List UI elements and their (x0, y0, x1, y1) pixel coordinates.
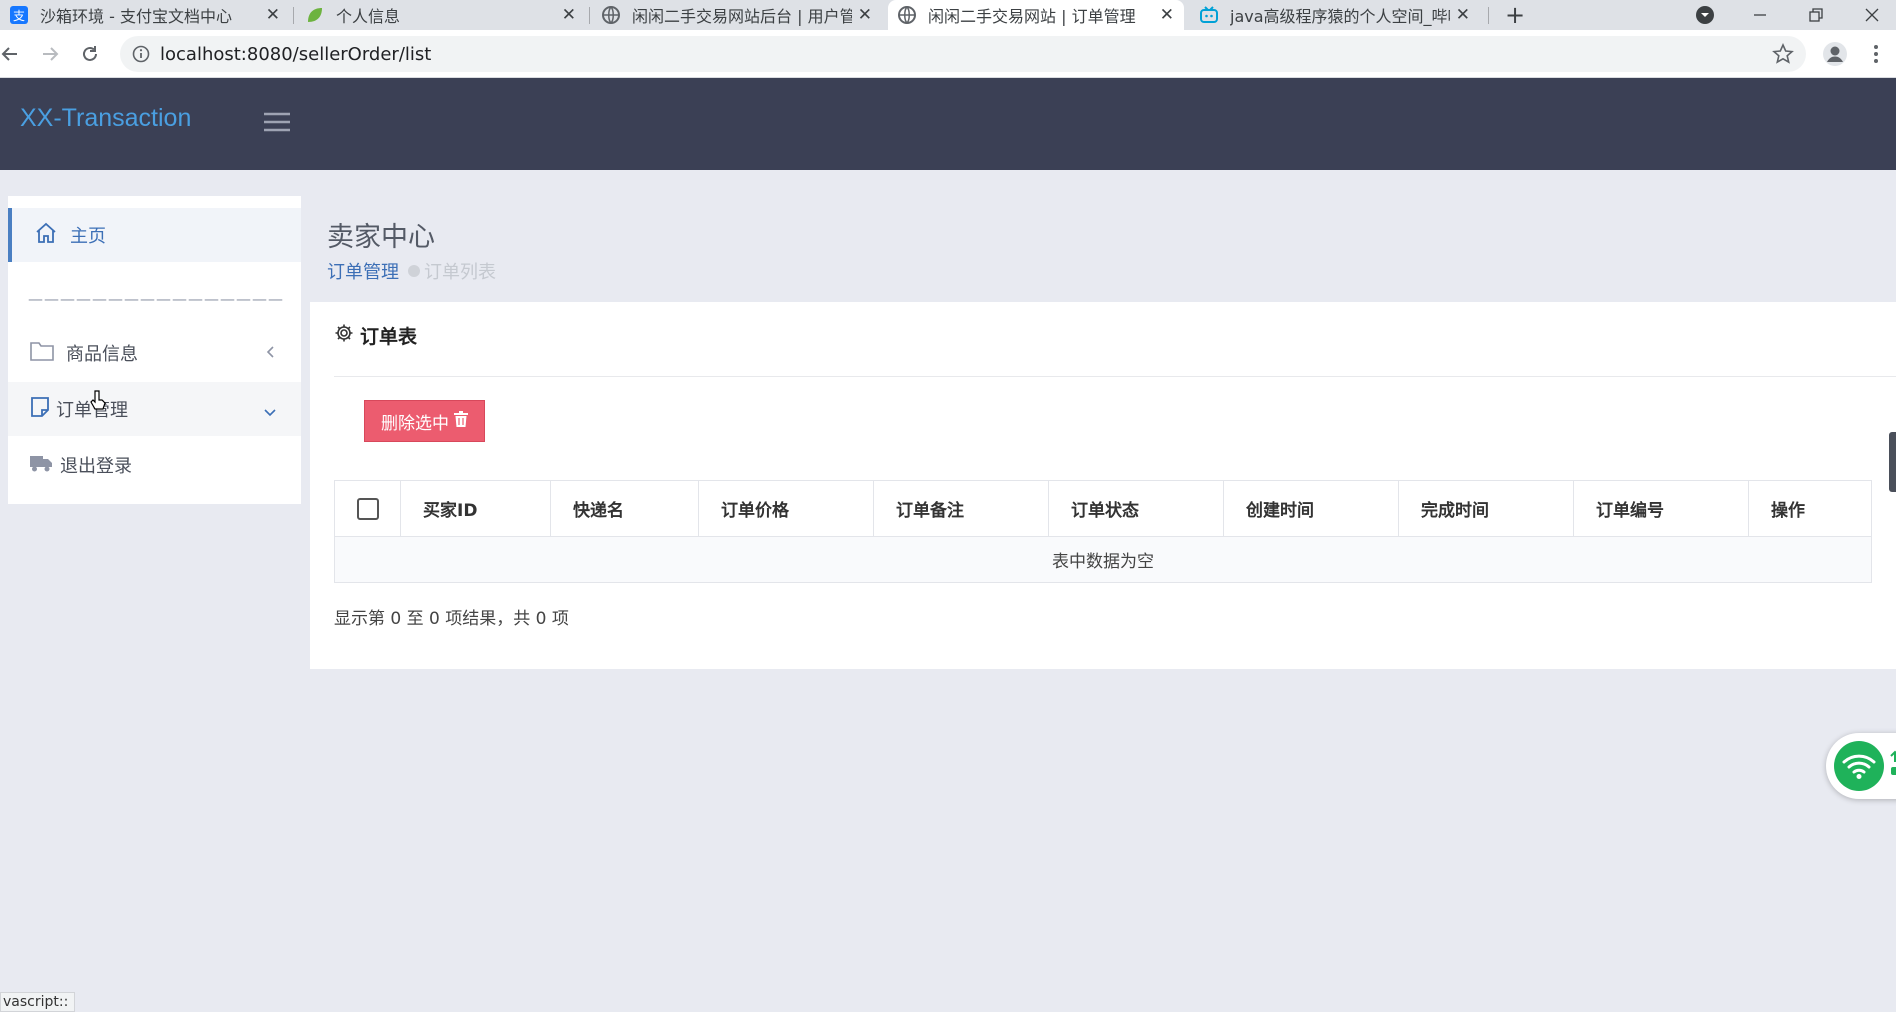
sidebar-divider: ———————————————— (28, 290, 284, 308)
close-icon[interactable]: ✕ (562, 5, 576, 25)
info-icon[interactable] (132, 45, 150, 67)
truck-icon (30, 454, 52, 477)
tab-divider (1488, 7, 1489, 24)
folder-icon (30, 340, 54, 367)
column-header[interactable]: 快递名 (550, 481, 698, 536)
window-close-icon[interactable] (1852, 0, 1892, 30)
globe-icon (898, 6, 916, 24)
panel-header: 订单表 (334, 322, 417, 349)
new-tab-button[interactable]: + (1502, 0, 1528, 30)
column-header[interactable]: 买家ID (400, 481, 550, 536)
tab-title: 沙箱环境 - 支付宝文档中心 (40, 7, 232, 26)
column-header[interactable]: 创建时间 (1223, 481, 1398, 536)
tab-search-icon[interactable] (1690, 0, 1720, 30)
trash-icon (454, 410, 468, 432)
brand-logo[interactable]: XX-Transaction (20, 104, 191, 133)
sidebar-item-logout[interactable]: 退出登录 (8, 438, 301, 492)
svg-text:支: 支 (13, 9, 25, 23)
restore-icon[interactable] (1796, 0, 1836, 30)
network-widget[interactable] (1826, 733, 1896, 799)
column-header: 操作 (1748, 481, 1871, 536)
reload-button[interactable] (76, 40, 104, 68)
select-all-checkbox[interactable] (356, 497, 379, 520)
sidebar-item-label: 主页 (70, 226, 106, 247)
address-bar[interactable]: localhost:8080/sellerOrder/list (120, 36, 1806, 72)
hamburger-menu-icon[interactable] (264, 112, 290, 136)
tab-divider (293, 7, 294, 24)
tab-title: 个人信息 (336, 7, 401, 26)
browser-tab[interactable]: 个人信息 ✕ (296, 0, 586, 30)
delete-selected-button[interactable]: 删除选中 (364, 400, 485, 442)
sidebar-item-label: 退出登录 (60, 456, 132, 477)
breadcrumb-link[interactable]: 订单管理 (327, 258, 399, 284)
sidebar: 主页 ———————————————— 商品信息 订单管理 退出登录 (8, 196, 301, 504)
panel-title: 订单表 (360, 326, 418, 348)
browser-tab-bar: 支 沙箱环境 - 支付宝文档中心 ✕ 个人信息 ✕ 闲闲二手交易网站后台 | 用… (0, 0, 1896, 30)
close-icon[interactable]: ✕ (1456, 5, 1470, 25)
forward-button[interactable] (36, 40, 64, 68)
delete-button-label: 删除选中 (381, 413, 449, 434)
back-button[interactable] (0, 40, 24, 68)
panel-divider (334, 376, 1896, 377)
leaf-icon (306, 6, 324, 24)
tab-title: java高级程序猿的个人空间_哔哩哔哩 (1230, 7, 1450, 26)
alipay-icon: 支 (10, 6, 28, 24)
sidebar-item-label: 商品信息 (66, 344, 138, 365)
wifi-icon (1834, 741, 1884, 791)
breadcrumb-current: 订单列表 (424, 262, 496, 283)
dot-icon (408, 265, 420, 277)
tab-title: 闲闲二手交易网站 | 订单管理 (928, 7, 1136, 26)
gear-icon (334, 323, 354, 348)
profile-avatar-icon[interactable] (1821, 40, 1849, 68)
table-header-row: 买家ID 快递名 订单价格 订单备注 订单状态 创建时间 完成时间 订单编号 操… (335, 481, 1871, 537)
orders-panel: 订单表 删除选中 买家ID 快递名 订单价格 订单备注 订单状态 创建时间 完成… (310, 302, 1896, 669)
close-icon[interactable]: ✕ (1160, 5, 1174, 25)
side-scroll-handle[interactable] (1889, 432, 1896, 492)
bilibili-icon (1200, 6, 1218, 24)
sidebar-item-home[interactable]: 主页 (8, 208, 301, 262)
column-header[interactable]: 订单备注 (873, 481, 1048, 536)
browser-tab-active[interactable]: 闲闲二手交易网站 | 订单管理 ✕ (888, 0, 1184, 30)
status-bar-link-preview: vascript:: (0, 992, 76, 1012)
breadcrumb: 订单管理 订单列表 (327, 258, 496, 284)
tab-divider (589, 7, 590, 24)
bookmark-star-icon[interactable] (1772, 43, 1794, 69)
globe-icon (602, 6, 620, 24)
page-title: 卖家中心 (327, 222, 435, 253)
browser-toolbar: localhost:8080/sellerOrder/list (0, 30, 1896, 78)
browser-tab[interactable]: 闲闲二手交易网站后台 | 用户管理 ✕ (592, 0, 882, 30)
column-header[interactable]: 订单价格 (698, 481, 873, 536)
column-header[interactable]: 完成时间 (1398, 481, 1573, 536)
menu-dots-icon[interactable] (1862, 40, 1890, 68)
minimize-icon[interactable] (1740, 0, 1780, 30)
sidebar-item-orders[interactable]: 订单管理 (8, 382, 301, 436)
chevron-left-icon (265, 344, 275, 365)
table-summary: 显示第 0 至 0 项结果，共 0 项 (334, 609, 569, 629)
column-header[interactable]: 订单状态 (1048, 481, 1223, 536)
browser-tab[interactable]: 支 沙箱环境 - 支付宝文档中心 ✕ (0, 0, 290, 30)
orders-table: 买家ID 快递名 订单价格 订单备注 订单状态 创建时间 完成时间 订单编号 操… (334, 480, 1872, 583)
mouse-cursor-icon (90, 390, 106, 416)
home-icon (34, 221, 58, 250)
chevron-down-icon (263, 402, 277, 423)
browser-tab[interactable]: java高级程序猿的个人空间_哔哩哔哩 ✕ (1190, 0, 1480, 30)
close-icon[interactable]: ✕ (266, 5, 280, 25)
url-text[interactable]: localhost:8080/sellerOrder/list (160, 44, 431, 65)
table-empty-row: 表中数据为空 (335, 537, 1871, 582)
arrow-up-down-icon (1890, 750, 1896, 782)
sidebar-item-goods[interactable]: 商品信息 (8, 326, 301, 380)
close-icon[interactable]: ✕ (858, 5, 872, 25)
tab-title: 闲闲二手交易网站后台 | 用户管理 (632, 7, 852, 26)
select-all-cell (335, 481, 400, 536)
note-icon (30, 396, 50, 423)
column-header[interactable]: 订单编号 (1573, 481, 1748, 536)
